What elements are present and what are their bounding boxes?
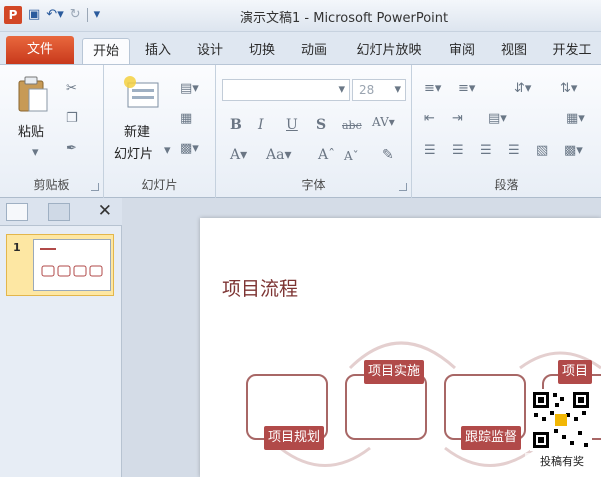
clear-formatting-icon[interactable]: ✎ bbox=[382, 147, 394, 163]
paste-dropdown-icon[interactable]: ▾ bbox=[32, 145, 39, 161]
tab-design[interactable]: 设计 bbox=[188, 38, 232, 64]
process-step-label-4[interactable]: 项目 bbox=[558, 360, 593, 384]
underline-icon[interactable]: U bbox=[286, 117, 298, 133]
clipboard-group: 粘贴 ▾ ✂ ❐ ✒ 剪贴板 bbox=[0, 65, 104, 199]
change-case-icon[interactable]: A▾ bbox=[230, 147, 247, 163]
new-slide-label-1[interactable]: 新建 bbox=[124, 121, 150, 140]
ribbon-tabs: 文件 开始 插入 设计 切换 动画 幻灯片放映 审阅 视图 开发工 bbox=[0, 32, 601, 64]
shrink-font-icon[interactable]: Aˇ bbox=[344, 149, 359, 163]
process-step-label-1[interactable]: 项目规划 bbox=[264, 426, 325, 450]
tab-slideshow[interactable]: 幻灯片放映 bbox=[346, 38, 432, 64]
tab-file[interactable]: 文件 bbox=[6, 36, 74, 64]
window-title: 演示文稿1 - Microsoft PowerPoint bbox=[240, 11, 449, 26]
font-name-input[interactable]: ▾ bbox=[222, 79, 350, 101]
slide-thumbnail[interactable] bbox=[33, 239, 111, 291]
ribbon: 粘贴 ▾ ✂ ❐ ✒ 剪贴板 新建 幻灯片 ▾ ▤▾ ▦ ▩▾ 幻灯片 字体 ▾… bbox=[0, 64, 601, 199]
text-direction-icon[interactable]: ⇅▾ bbox=[560, 81, 577, 97]
customize-qat-icon[interactable]: ▾ bbox=[94, 6, 101, 24]
increase-indent-icon[interactable]: ⇥ bbox=[452, 111, 463, 127]
clipboard-launcher-icon[interactable] bbox=[91, 183, 99, 191]
columns-icon[interactable]: ▤▾ bbox=[488, 111, 507, 127]
align-center-icon[interactable]: ☰ bbox=[452, 143, 464, 159]
layout-icon[interactable]: ▤▾ bbox=[180, 81, 199, 97]
thumbnail-preview-icon bbox=[40, 248, 103, 277]
line-spacing-icon[interactable]: ⇵▾ bbox=[514, 81, 531, 97]
tab-view[interactable]: 视图 bbox=[492, 38, 536, 64]
new-slide-dropdown-icon[interactable]: ▾ bbox=[164, 143, 171, 159]
font-size-value: 28 bbox=[359, 83, 375, 97]
align-left-icon[interactable]: ☰ bbox=[424, 143, 436, 159]
paste-label[interactable]: 粘贴 bbox=[18, 121, 44, 140]
format-painter-icon[interactable]: ✒ bbox=[66, 141, 77, 157]
section-icon[interactable]: ▩▾ bbox=[180, 141, 199, 157]
bold-icon[interactable]: B bbox=[230, 117, 242, 133]
distributed-icon[interactable]: ▧ bbox=[536, 143, 548, 159]
process-step-label-2[interactable]: 项目实施 bbox=[364, 360, 425, 384]
save-icon[interactable]: ▣ bbox=[28, 6, 40, 24]
watermark-text: 投稿有奖 bbox=[525, 453, 599, 469]
reset-icon[interactable]: ▦ bbox=[180, 111, 192, 127]
new-slide-label-2[interactable]: 幻灯片 bbox=[114, 143, 153, 162]
cut-icon[interactable]: ✂ bbox=[66, 81, 77, 97]
tab-insert[interactable]: 插入 bbox=[136, 38, 180, 64]
redo-icon[interactable]: ↻ bbox=[70, 6, 81, 24]
tab-home[interactable]: 开始 bbox=[82, 38, 130, 64]
character-spacing-icon[interactable]: AV▾ bbox=[372, 115, 395, 129]
tab-animations[interactable]: 动画 bbox=[292, 38, 336, 64]
font-name-dropdown-icon[interactable]: ▾ bbox=[338, 82, 345, 98]
slides-pane: ✕ 1 bbox=[0, 198, 122, 477]
font-size-input[interactable]: 28 ▾ bbox=[352, 79, 406, 101]
font-size-dropdown-icon[interactable]: ▾ bbox=[394, 82, 401, 98]
powerpoint-logo-icon[interactable]: P bbox=[4, 6, 22, 24]
justify-icon[interactable]: ☰ bbox=[508, 143, 520, 159]
clipboard-group-label: 剪贴板 bbox=[33, 178, 70, 192]
process-step-label-3[interactable]: 跟踪监督 bbox=[461, 426, 522, 450]
italic-icon[interactable]: I bbox=[258, 117, 264, 133]
pane-tabs: ✕ bbox=[0, 198, 122, 226]
font-launcher-icon[interactable] bbox=[399, 183, 407, 191]
title-bar: P ▣ ↶▾ ↻ ▾ 演示文稿1 - Microsoft PowerPoint bbox=[0, 0, 601, 32]
numbering-icon[interactable]: ≡▾ bbox=[458, 81, 475, 97]
align-text-icon[interactable]: ▦▾ bbox=[566, 111, 585, 127]
tab-transitions[interactable]: 切换 bbox=[240, 38, 284, 64]
paragraph-group-label: 段落 bbox=[494, 178, 519, 192]
font-color-icon[interactable]: Aa▾ bbox=[266, 147, 291, 163]
copy-icon[interactable]: ❐ bbox=[66, 111, 78, 127]
qat-separator bbox=[86, 8, 88, 22]
slides-view-tab[interactable] bbox=[6, 203, 28, 221]
grow-font-icon[interactable]: Aˆ bbox=[318, 147, 335, 163]
new-slide-icon[interactable] bbox=[122, 75, 162, 111]
decrease-indent-icon[interactable]: ⇤ bbox=[424, 111, 435, 127]
strikethrough-icon[interactable]: abc bbox=[342, 119, 362, 132]
quick-access-toolbar: P ▣ ↶▾ ↻ ▾ bbox=[4, 6, 100, 24]
slides-group: 新建 幻灯片 ▾ ▤▾ ▦ ▩▾ 幻灯片 bbox=[104, 65, 216, 199]
close-pane-icon[interactable]: ✕ bbox=[98, 201, 112, 221]
undo-icon[interactable]: ↶▾ bbox=[46, 6, 63, 24]
shadow-icon[interactable]: S bbox=[316, 117, 326, 133]
align-right-icon[interactable]: ☰ bbox=[480, 143, 492, 159]
paste-icon[interactable] bbox=[16, 75, 50, 115]
outline-view-tab[interactable] bbox=[48, 203, 70, 221]
tab-review[interactable]: 审阅 bbox=[440, 38, 484, 64]
tab-developer[interactable]: 开发工 bbox=[544, 38, 600, 64]
smartart-convert-icon[interactable]: ▩▾ bbox=[564, 143, 583, 159]
bullets-icon[interactable]: ≡▾ bbox=[424, 81, 441, 97]
slide-thumbnail-selected[interactable]: 1 bbox=[6, 234, 114, 296]
slides-group-label: 幻灯片 bbox=[141, 178, 178, 192]
qr-code-icon bbox=[530, 389, 592, 451]
font-group-label: 字体 bbox=[301, 178, 326, 192]
slide-number: 1 bbox=[13, 241, 21, 254]
